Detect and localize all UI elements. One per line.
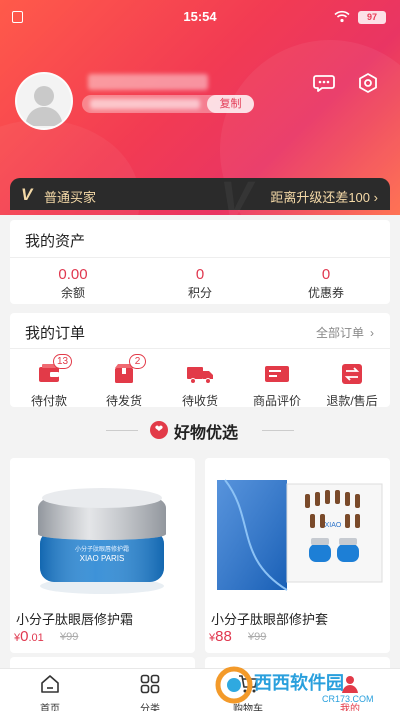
vip-icon: V — [21, 185, 33, 204]
chevron-right-icon: › — [373, 190, 378, 205]
order-pending-receipt[interactable]: 待收货 — [161, 363, 239, 409]
product-name: 小分子肽眼部修护套 — [211, 612, 329, 627]
wifi-icon — [334, 10, 350, 23]
battery-icon: 97 — [358, 11, 386, 24]
svg-text:小分子肽眼唇修护霜: 小分子肽眼唇修护霜 — [75, 545, 129, 553]
featured-title: 好物优选 — [174, 425, 239, 442]
asset-label: 积分 — [187, 286, 212, 300]
jar-label: XIAO PARIS — [80, 554, 125, 563]
asset-coupons[interactable]: 0 优惠券 — [266, 266, 386, 301]
order-label: 商品评价 — [252, 394, 301, 408]
truck-icon — [187, 367, 213, 384]
product-price: ¥88 — [209, 628, 232, 645]
order-label: 待收货 — [181, 394, 218, 408]
order-badge: 2 — [129, 354, 146, 369]
asset-value: 0 — [321, 266, 331, 283]
copy-button[interactable]: 复制 — [207, 95, 254, 113]
original-price: ¥99 — [248, 631, 267, 643]
price-int: 88 — [215, 628, 232, 645]
site-watermark: 西西软件园 CR173.COM — [215, 666, 374, 704]
asset-label: 余额 — [60, 286, 85, 300]
member-watermark-v: V — [220, 173, 253, 226]
tab-category[interactable]: 分类 — [110, 673, 190, 711]
heart-icon: ❤ — [150, 421, 168, 439]
settings-icon[interactable] — [356, 71, 380, 95]
comment-icon — [265, 366, 289, 382]
product-price: ¥0.01 — [14, 628, 44, 645]
order-review[interactable]: 商品评价 — [238, 363, 316, 409]
price-decimal: .01 — [28, 632, 44, 644]
order-label: 待发货 — [105, 394, 142, 408]
upgrade-text: 距离升级还差100 — [270, 190, 371, 205]
featured-header: ❤ 好物优选 — [0, 418, 400, 442]
divider — [262, 430, 294, 431]
asset-value: 0 — [195, 266, 205, 283]
product-name: 小分子肽眼唇修护霜 — [16, 612, 134, 627]
assets-card: 我的资产 0.00 余额 0 积分 0 优惠券 — [10, 220, 390, 304]
all-orders-label: 全部订单 — [315, 326, 364, 340]
product-card[interactable]: 小分子肽眼唇修护霜 XIAO PARIS 小分子肽眼唇修护霜 ¥0.01 ¥99 — [10, 458, 195, 653]
member-level-bar[interactable]: V V 普通买家 距离升级还差100 › — [10, 173, 390, 226]
asset-balance[interactable]: 0.00 余额 — [13, 266, 133, 301]
divider — [106, 430, 138, 431]
assets-title: 我的资产 — [25, 233, 86, 250]
tab-label: 分类 — [140, 704, 160, 711]
chevron-right-icon: › — [370, 326, 374, 340]
asset-points[interactable]: 0 积分 — [140, 266, 260, 301]
divider — [10, 348, 390, 349]
product-card[interactable]: XIAO 小分子肽眼部修护套 ¥88 ¥99 — [205, 458, 390, 653]
asset-label: 优惠券 — [307, 286, 344, 300]
order-pending-payment[interactable]: 13 待付款 — [10, 354, 88, 409]
order-badge: 13 — [53, 354, 73, 369]
product-image: XIAO — [205, 458, 390, 603]
order-refund[interactable]: 退款/售后 — [313, 363, 391, 409]
category-icon — [140, 674, 160, 694]
watermark-url: CR173.COM — [322, 694, 374, 704]
all-orders-link[interactable]: 全部订单 › — [316, 324, 374, 341]
tab-label: 首页 — [40, 704, 60, 711]
orders-card: 我的订单 全部订单 › 13 待付款 2 待发货 待收货 商品评价 退款/售后 — [10, 313, 391, 409]
asset-value: 0.00 — [58, 266, 88, 283]
upgrade-hint[interactable]: 距离升级还差100 › — [270, 187, 378, 206]
avatar[interactable] — [15, 72, 73, 130]
tab-home[interactable]: 首页 — [10, 673, 90, 711]
status-bar: 15:54 97 — [0, 0, 400, 34]
message-icon[interactable] — [312, 71, 336, 95]
divider — [10, 257, 390, 258]
order-label: 退款/售后 — [326, 394, 378, 408]
box-label: XIAO — [325, 522, 342, 529]
orders-title: 我的订单 — [25, 325, 86, 342]
order-label: 待付款 — [30, 394, 67, 408]
home-icon — [41, 675, 59, 693]
original-price: ¥99 — [60, 631, 79, 643]
order-pending-shipment[interactable]: 2 待发货 — [85, 354, 163, 409]
username-redacted — [88, 74, 208, 90]
member-level: 普通买家 — [44, 190, 97, 205]
product-image: 小分子肽眼唇修护霜 XIAO PARIS — [10, 458, 195, 603]
refund-icon — [342, 364, 362, 384]
watermark-brand: 西西软件园 — [254, 672, 344, 693]
